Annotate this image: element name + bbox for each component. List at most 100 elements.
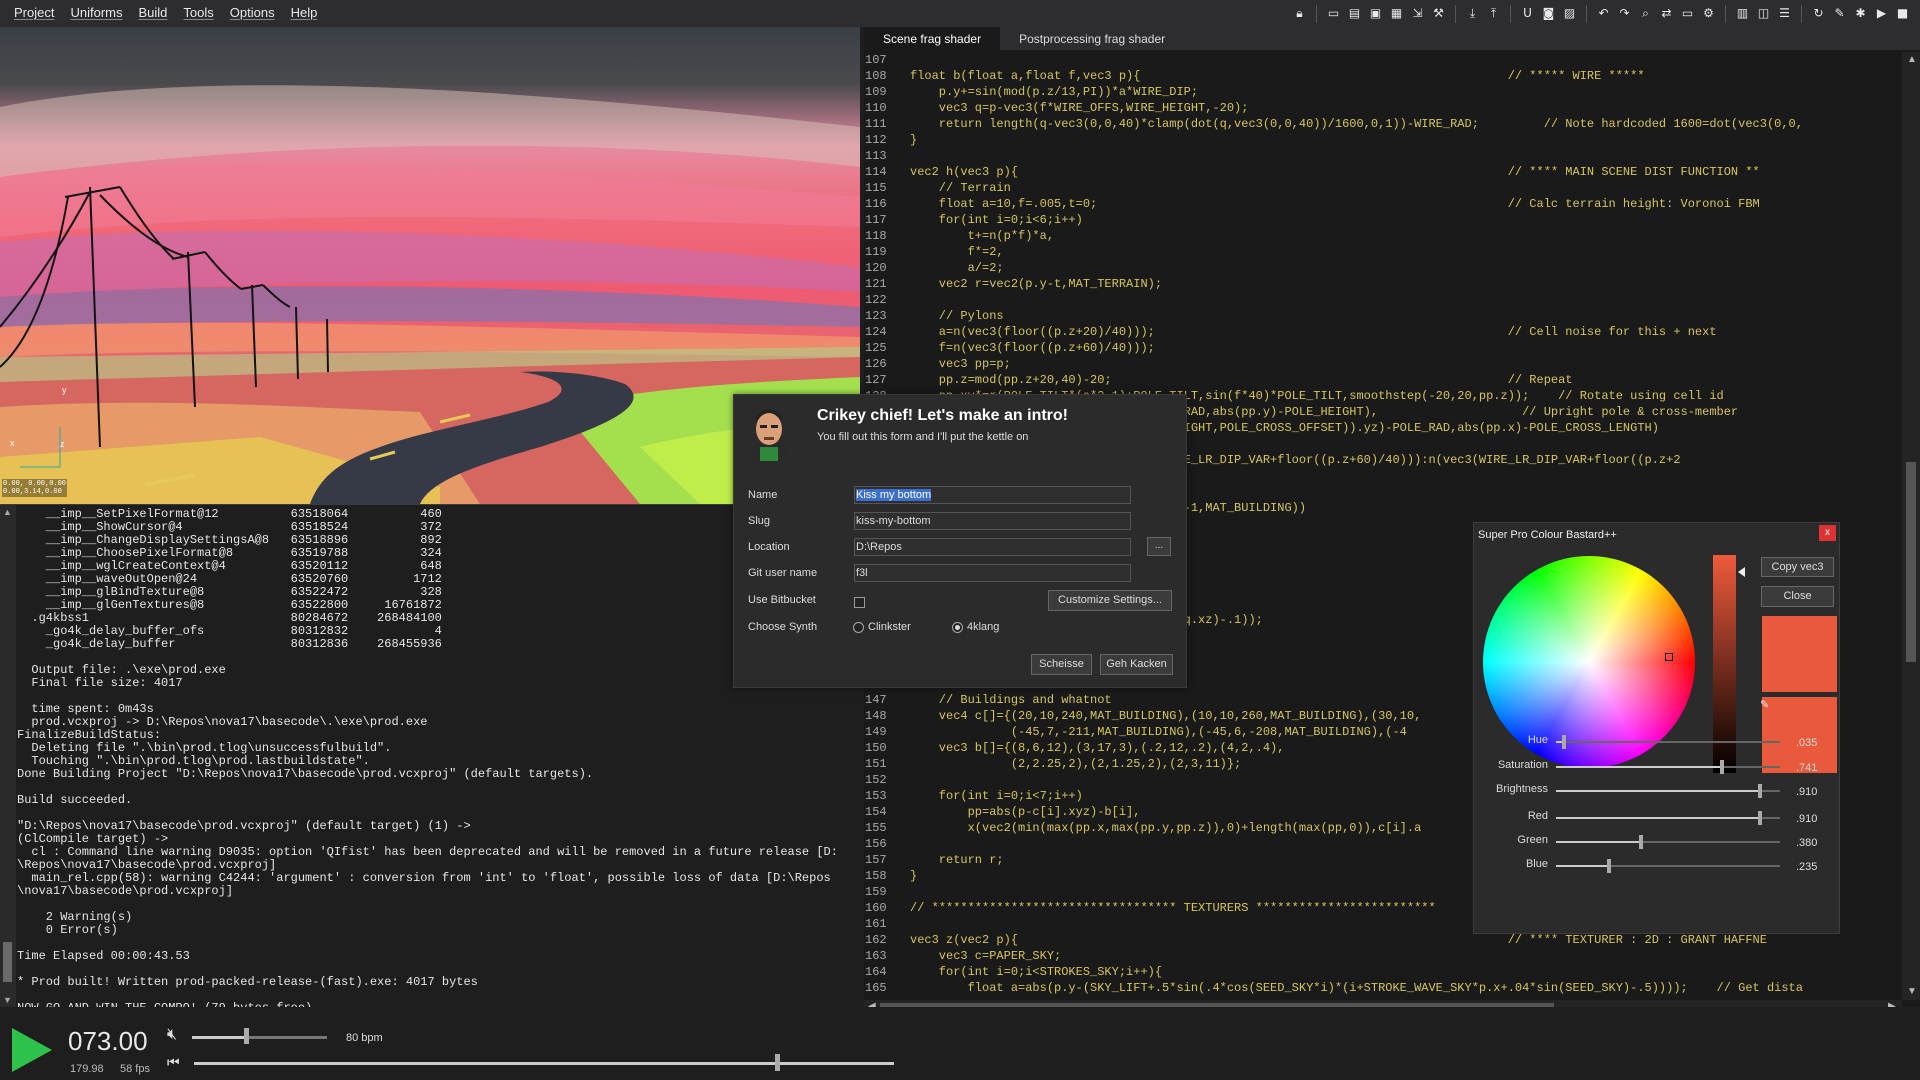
code-line: 108 float b(float a,float f,vec3 p){ // *… [864, 68, 1902, 84]
code-line: 121 vec2 r=vec2(p.y-t,MAT_TERRAIN); [864, 276, 1902, 292]
slider-thumb[interactable] [1719, 760, 1724, 774]
slider-thumb[interactable] [1639, 835, 1644, 849]
slider-thumb[interactable] [1757, 811, 1762, 825]
location-field[interactable]: D:\Repos [854, 538, 1131, 556]
save-as-icon[interactable]: ▦ [1389, 6, 1404, 21]
redo-icon[interactable]: ↷ [1617, 6, 1632, 21]
new-file-icon[interactable]: ▭ [1326, 6, 1341, 21]
line-number: 159 [865, 885, 887, 899]
settings-icon[interactable]: ⚙ [1701, 6, 1716, 21]
scroll-down-icon[interactable]: ▼ [1907, 986, 1917, 997]
toolbar-separator [1316, 4, 1317, 23]
bitbucket-checkbox[interactable] [854, 597, 865, 608]
code-text: a/=2; [910, 261, 1004, 275]
rewind-icon[interactable]: ⏮ [167, 1054, 180, 1071]
pin-icon[interactable]: ⤓ [1465, 6, 1480, 21]
line-number: 127 [865, 373, 887, 387]
close-icon[interactable]: x [1819, 525, 1836, 541]
underline-icon[interactable]: U [1520, 6, 1535, 21]
cancel-button[interactable]: Scheisse [1031, 654, 1092, 675]
menu-uniforms[interactable]: Uniforms [62, 0, 130, 27]
play-icon[interactable] [10, 1026, 54, 1074]
stop-icon[interactable]: ■ [1895, 6, 1910, 21]
menu-options[interactable]: Options [222, 0, 283, 27]
scroll-up-icon[interactable]: ▲ [3, 507, 12, 517]
colour-wheel[interactable] [1483, 556, 1695, 768]
undo-icon[interactable]: ↶ [1596, 6, 1611, 21]
code-text: vec3 pp=p; [910, 357, 1011, 371]
build-icon[interactable]: ⚒ [1431, 6, 1446, 21]
line-number: 157 [865, 853, 887, 867]
git-user-label: Git user name [748, 567, 818, 579]
refresh-icon[interactable]: ↻ [1811, 6, 1826, 21]
monitor-icon[interactable]: ▭ [1680, 6, 1695, 21]
code-scroll-thumb[interactable] [1906, 462, 1916, 662]
menu-build[interactable]: Build [130, 0, 175, 27]
image-icon[interactable]: ▨ [1562, 6, 1577, 21]
copy-vec3-button[interactable]: Copy vec3 [1761, 557, 1834, 577]
menu-tools[interactable]: Tools [175, 0, 221, 27]
volume-thumb[interactable] [244, 1028, 249, 1044]
play-icon[interactable]: ▶ [1874, 6, 1889, 21]
search-icon[interactable]: ⌕ [1638, 6, 1653, 21]
code-line: 115 // Terrain [864, 180, 1902, 196]
list-icon[interactable]: ☰ [1777, 6, 1792, 21]
reload-icon[interactable]: ⤒ [1486, 6, 1501, 21]
seek-bar[interactable] [194, 1062, 894, 1065]
console-scroll-thumb[interactable] [3, 942, 12, 982]
slider-hue[interactable] [1556, 741, 1780, 743]
save-icon[interactable]: ▣ [1368, 6, 1383, 21]
camera-rotation: 0.00,3.14,0.00 [3, 488, 62, 496]
tab-scene-frag-shader[interactable]: Scene frag shader [864, 27, 1001, 50]
slider-thumb[interactable] [1757, 784, 1762, 798]
editor-tabs: Scene frag shader Postprocessing frag sh… [864, 27, 1920, 50]
render-viewport[interactable]: y x z 0.00, 0.00,0.00 0.00,3.14,0.00 [0, 27, 860, 504]
code-text: vec3 c=PAPER_SKY; [910, 949, 1062, 963]
code-text: // Pylons [910, 309, 1004, 323]
wheel-marker[interactable] [1665, 653, 1674, 662]
git-user-field[interactable]: f3l [854, 564, 1131, 582]
menu-help[interactable]: Help [283, 0, 326, 27]
layout-icon[interactable]: ▥ [1735, 6, 1750, 21]
line-number: 118 [865, 229, 887, 243]
code-text: vec2 h(vec3 p){ // **** MAIN SCENE DIST … [910, 165, 1760, 179]
toolbar-separator [1725, 4, 1726, 23]
slug-field[interactable]: kiss-my-bottom [854, 512, 1131, 530]
slider-value: .235 [1796, 861, 1818, 873]
synth-radio-4klang[interactable] [952, 622, 963, 633]
line-number: 125 [865, 341, 887, 355]
menu-project[interactable]: Project [0, 0, 62, 27]
camera-icon[interactable]: ◙ [1541, 6, 1556, 21]
console-scrollbar[interactable]: ▲ ▼ [0, 505, 16, 1007]
customize-settings-button[interactable]: Customize Settings... [1048, 590, 1172, 611]
seek-thumb[interactable] [775, 1054, 780, 1071]
ok-button[interactable]: Geh Kacken [1100, 654, 1173, 675]
toolbar: 🔒︎ ▭ ▤ ▣ ▦ ⇲ ⚒ ⤓ ⤒ U ◙ ▨ ↶ ↷ ⌕ ⇄ ▭ ⚙ ▥ ◫… [1292, 3, 1910, 24]
tab-postprocessing-frag-shader[interactable]: Postprocessing frag shader [1000, 27, 1184, 50]
brightness-arrow-icon[interactable] [1738, 567, 1745, 577]
slider-label-brightness: Brightness [1496, 783, 1548, 795]
code-line: 120 a/=2; [864, 260, 1902, 276]
code-vertical-scrollbar[interactable]: ▲ ▼ [1902, 52, 1920, 1000]
slider-thumb[interactable] [1606, 859, 1611, 873]
replace-icon[interactable]: ⇄ [1659, 6, 1674, 21]
code-line: 162 vec3 z(vec2 p){ // **** TEXTURER : 2D… [864, 932, 1902, 948]
bug-icon[interactable]: ✱ [1853, 6, 1868, 21]
slider-thumb[interactable] [1561, 735, 1566, 749]
browse-button[interactable]: ... [1147, 537, 1171, 556]
line-number: 120 [865, 261, 887, 275]
open-icon[interactable]: ▤ [1347, 6, 1362, 21]
close-button[interactable]: Close [1761, 586, 1834, 607]
export-icon[interactable]: ⇲ [1410, 6, 1425, 21]
scroll-up-icon[interactable]: ▲ [1907, 54, 1917, 65]
lock-icon[interactable]: 🔒︎ [1292, 6, 1307, 21]
wrench-icon[interactable]: ✎ [1832, 6, 1847, 21]
synth-option-clinkster: Clinkster [868, 621, 911, 633]
split-icon[interactable]: ◫ [1756, 6, 1771, 21]
synth-radio-clinkster[interactable] [853, 622, 864, 633]
scroll-down-icon[interactable]: ▼ [3, 995, 12, 1005]
eyedropper-icon[interactable]: ✎ [1760, 698, 1769, 711]
name-field[interactable]: Kiss my bottom [854, 486, 1131, 504]
mute-icon[interactable]: 🔇︎ [167, 1026, 177, 1044]
